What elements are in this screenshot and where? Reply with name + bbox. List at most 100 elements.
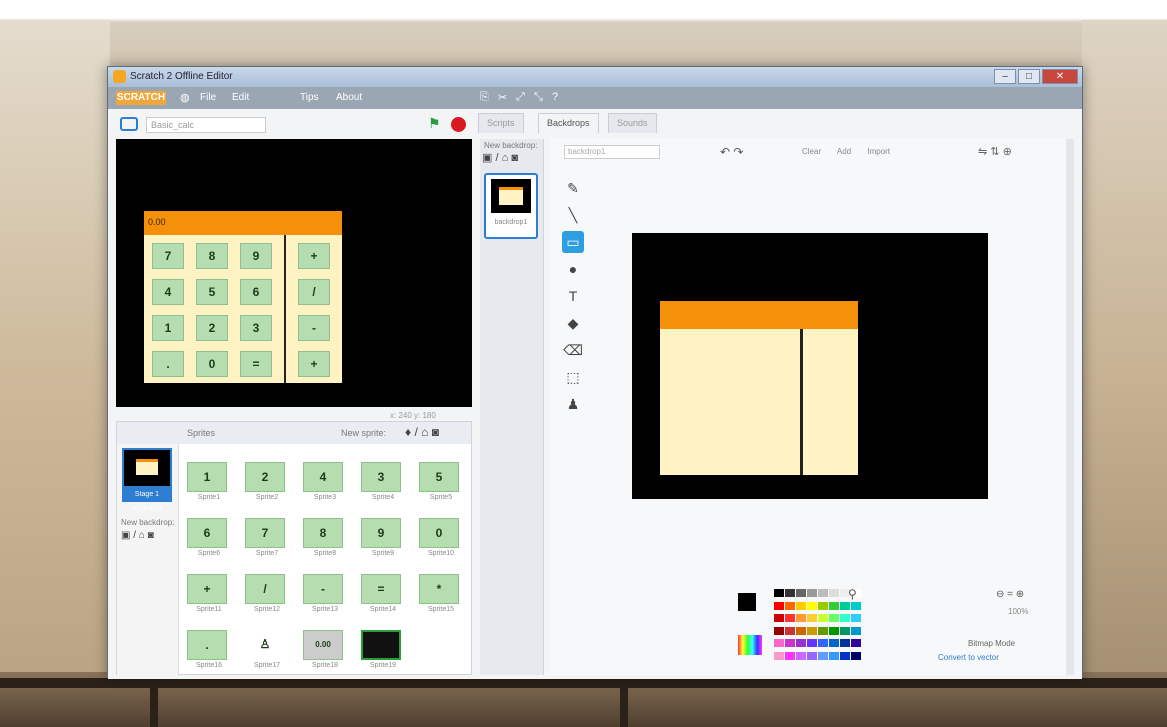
color-swatch[interactable]: [840, 639, 850, 647]
backdrop-library-icon[interactable]: ▣: [121, 530, 130, 541]
minimize-button[interactable]: –: [994, 69, 1016, 84]
color-swatch[interactable]: [785, 626, 795, 635]
choose-sprite-icon[interactable]: ♦: [405, 425, 411, 439]
sprite-tile[interactable]: 3 Sprite4: [357, 458, 409, 510]
color-swatch[interactable]: [774, 601, 784, 610]
color-swatch[interactable]: [785, 639, 795, 647]
camera-icon[interactable]: ◙: [148, 530, 154, 541]
color-swatch[interactable]: [840, 614, 850, 622]
color-swatch[interactable]: [829, 639, 839, 647]
paint-sprite-icon[interactable]: /: [414, 425, 417, 439]
costume-library-icon[interactable]: ▣: [482, 152, 492, 164]
color-swatch[interactable]: [796, 614, 806, 622]
zoom-in-icon[interactable]: ⊕: [1016, 589, 1024, 600]
tab-scripts[interactable]: Scripts: [478, 113, 524, 133]
menu-tips[interactable]: Tips: [300, 92, 319, 103]
calc-key[interactable]: 4: [152, 279, 184, 305]
color-swatch[interactable]: [774, 639, 784, 647]
paint-costume-icon[interactable]: /: [495, 152, 498, 164]
zoom-out-icon[interactable]: ⊖: [996, 589, 1004, 600]
color-swatch[interactable]: [807, 614, 817, 622]
calc-key[interactable]: 7: [152, 243, 184, 269]
color-swatch[interactable]: [829, 614, 839, 622]
color-swatch[interactable]: [807, 626, 817, 635]
color-swatch[interactable]: [840, 626, 850, 635]
rectangle-icon[interactable]: ▭: [562, 231, 584, 253]
sprite-tile[interactable]: / Sprite12: [241, 570, 293, 622]
sprite-tile[interactable]: . Sprite16: [183, 626, 235, 678]
scrollbar[interactable]: [1066, 139, 1074, 675]
text-icon[interactable]: T: [562, 285, 584, 307]
calc-key[interactable]: 2: [196, 315, 228, 341]
color-swatch[interactable]: [851, 651, 861, 660]
color-swatch[interactable]: [796, 626, 806, 635]
project-name-input[interactable]: Basic_calc: [146, 117, 266, 133]
calc-key[interactable]: +: [298, 351, 330, 377]
color-swatch[interactable]: [774, 626, 784, 635]
ellipse-icon[interactable]: ●: [562, 258, 584, 280]
camera-icon[interactable]: ◙: [432, 425, 439, 439]
color-swatch[interactable]: [829, 601, 839, 610]
calc-key[interactable]: 0: [196, 351, 228, 377]
current-color-swatch[interactable]: [738, 593, 756, 611]
sprite-tile[interactable]: 9 Sprite9: [357, 514, 409, 566]
color-swatch[interactable]: [840, 651, 850, 660]
color-swatch[interactable]: [807, 589, 817, 597]
calc-key[interactable]: 6: [240, 279, 272, 305]
sprite-tile[interactable]: 5 Sprite5: [415, 458, 467, 510]
set-center-icon[interactable]: ⊕: [1003, 146, 1012, 158]
color-swatch[interactable]: [785, 651, 795, 660]
calc-key[interactable]: 1: [152, 315, 184, 341]
sprite-tile[interactable]: 0 Sprite10: [415, 514, 467, 566]
color-swatch[interactable]: [818, 626, 828, 635]
color-swatch[interactable]: [818, 601, 828, 610]
paint-canvas[interactable]: [632, 233, 988, 499]
color-swatch[interactable]: [829, 626, 839, 635]
green-flag-icon[interactable]: ⚑: [428, 115, 441, 132]
color-swatch[interactable]: [851, 626, 861, 635]
sprite-tile[interactable]: 0.00 Sprite18: [299, 626, 351, 678]
color-swatch[interactable]: [851, 601, 861, 610]
color-swatch[interactable]: [840, 601, 850, 610]
sprite-tile[interactable]: = Sprite14: [357, 570, 409, 622]
color-swatch[interactable]: [774, 589, 784, 597]
shrink-icon[interactable]: ⤡: [534, 91, 546, 104]
zoom-reset-icon[interactable]: =: [1007, 589, 1013, 600]
calc-key[interactable]: 5: [196, 279, 228, 305]
calc-key[interactable]: 8: [196, 243, 228, 269]
color-spectrum[interactable]: [738, 635, 762, 655]
select-icon[interactable]: ⬚: [562, 366, 584, 388]
calc-key[interactable]: =: [240, 351, 272, 377]
sprite-tile[interactable]: 6 Sprite6: [183, 514, 235, 566]
color-swatch[interactable]: [807, 639, 817, 647]
upload-backdrop-icon[interactable]: ⌂: [139, 530, 145, 541]
color-swatch[interactable]: [807, 651, 817, 660]
eraser-icon[interactable]: ⌫: [562, 339, 584, 361]
paint-backdrop-icon[interactable]: /: [133, 530, 136, 541]
convert-to-vector-button[interactable]: Convert to vector: [938, 653, 999, 662]
stamp-icon[interactable]: ♟: [562, 393, 584, 415]
costume-thumbnail[interactable]: backdrop1: [484, 173, 538, 239]
brush-icon[interactable]: ✎: [562, 177, 584, 199]
color-swatch[interactable]: [796, 639, 806, 647]
color-swatch[interactable]: [774, 614, 784, 622]
maximize-button[interactable]: □: [1018, 69, 1040, 84]
sprite-tile[interactable]: 8 Sprite8: [299, 514, 351, 566]
sprite-tile[interactable]: 1 Sprite1: [183, 458, 235, 510]
color-swatch[interactable]: [807, 601, 817, 610]
color-swatch[interactable]: [785, 601, 795, 610]
tab-sounds[interactable]: Sounds: [608, 113, 657, 133]
calc-key[interactable]: .: [152, 351, 184, 377]
tab-backdrops[interactable]: Backdrops: [538, 113, 599, 133]
sprite-tile[interactable]: 7 Sprite7: [241, 514, 293, 566]
sprite-tile[interactable]: 2 Sprite2: [241, 458, 293, 510]
color-swatch[interactable]: [796, 589, 806, 597]
eyedropper-icon[interactable]: ⚲: [848, 587, 857, 601]
duplicate-icon[interactable]: ⎘: [480, 91, 492, 104]
costume-name-input[interactable]: backdrop1: [564, 145, 660, 159]
color-swatch[interactable]: [774, 651, 784, 660]
calc-key[interactable]: +: [298, 243, 330, 269]
calc-key[interactable]: 3: [240, 315, 272, 341]
color-swatch[interactable]: [851, 639, 861, 647]
flip-horizontal-icon[interactable]: ⇋: [978, 146, 987, 158]
